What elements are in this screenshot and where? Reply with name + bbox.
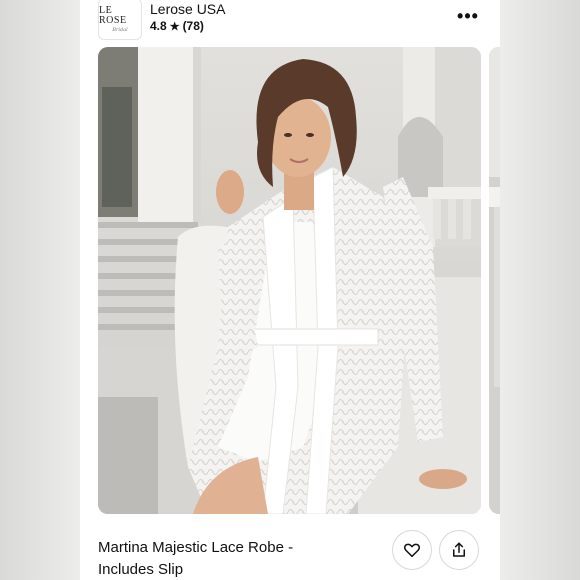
store-name[interactable]: Lerose USA	[150, 1, 225, 17]
share-icon	[453, 542, 465, 557]
store-header: LE ROSE Bridal Lerose USA 4.8 ★ (78) •••	[80, 0, 500, 44]
product-card: LE ROSE Bridal Lerose USA 4.8 ★ (78) •••	[80, 0, 500, 580]
logo-subtext: Bridal	[112, 26, 128, 33]
like-button[interactable]	[392, 530, 432, 570]
next-photo-illustration	[489, 47, 500, 514]
next-photo-preview[interactable]	[489, 47, 500, 514]
product-photo[interactable]	[98, 47, 481, 514]
store-logo[interactable]: LE ROSE Bridal	[98, 0, 142, 40]
heart-icon	[404, 543, 420, 558]
rating-value: 4.8	[150, 19, 167, 33]
more-options-button[interactable]: •••	[454, 6, 482, 26]
product-photo-illustration	[98, 47, 481, 514]
product-title: Martina Majestic Lace Robe - Includes Sl…	[98, 539, 294, 578]
share-button[interactable]	[439, 530, 479, 570]
logo-text: LE ROSE	[99, 4, 127, 26]
star-icon: ★	[169, 20, 180, 33]
more-options-icon: •••	[457, 6, 479, 26]
review-count: (78)	[182, 19, 204, 33]
store-rating: 4.8 ★ (78)	[150, 19, 204, 33]
